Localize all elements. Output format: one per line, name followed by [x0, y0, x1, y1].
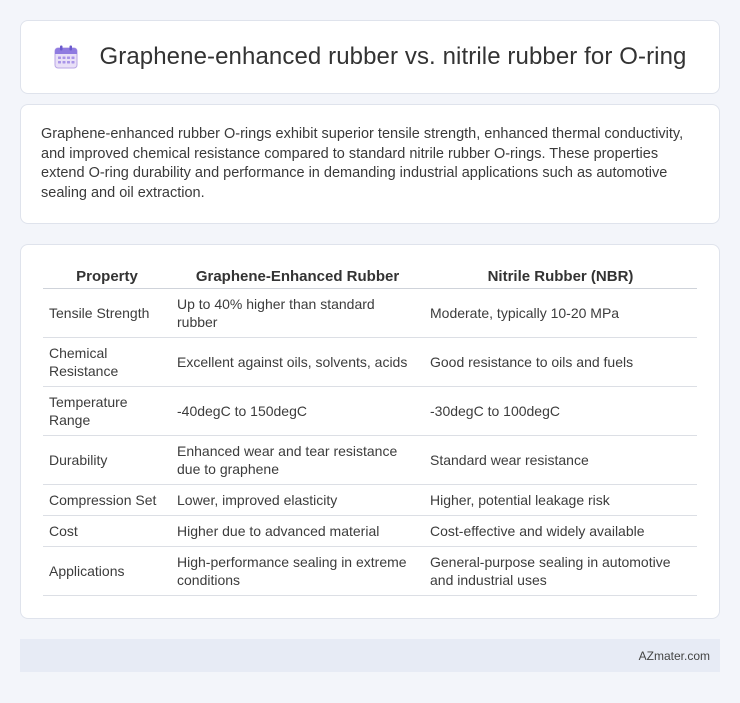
header-graphene: Graphene-Enhanced Rubber [171, 265, 424, 289]
table-row: Compression Set Lower, improved elastici… [43, 485, 697, 516]
title-wrap: Graphene-enhanced rubber vs. nitrile rub… [53, 43, 686, 71]
footer-brand: AZmater.com [638, 648, 710, 663]
cell-graphene: Lower, improved elasticity [171, 485, 424, 516]
cell-nitrile: General-purpose sealing in automotive an… [424, 547, 697, 596]
cell-property: Compression Set [43, 485, 171, 516]
header-nitrile: Nitrile Rubber (NBR) [424, 265, 697, 289]
cell-graphene: Enhanced wear and tear resistance due to… [171, 436, 424, 485]
table-row: Chemical Resistance Excellent against oi… [43, 338, 697, 387]
cell-property: Temperature Range [43, 387, 171, 436]
table-row: Temperature Range -40degC to 150degC -30… [43, 387, 697, 436]
table-row: Tensile Strength Up to 40% higher than s… [43, 289, 697, 338]
table-header-row: Property Graphene-Enhanced Rubber Nitril… [43, 265, 697, 289]
cell-graphene: Higher due to advanced material [171, 516, 424, 547]
cell-nitrile: Good resistance to oils and fuels [424, 338, 697, 387]
cell-property: Applications [43, 547, 171, 596]
cell-graphene: Excellent against oils, solvents, acids [171, 338, 424, 387]
cell-property: Cost [43, 516, 171, 547]
description-text: Graphene-enhanced rubber O-rings exhibit… [41, 126, 684, 201]
cell-property: Chemical Resistance [43, 338, 171, 387]
cell-nitrile: Higher, potential leakage risk [424, 485, 697, 516]
cell-property: Tensile Strength [43, 289, 171, 338]
cell-graphene: High-performance sealing in extreme cond… [171, 547, 424, 596]
cell-graphene: Up to 40% higher than standard rubber [171, 289, 424, 338]
cell-graphene: -40degC to 150degC [171, 387, 424, 436]
title-card: Graphene-enhanced rubber vs. nitrile rub… [20, 20, 720, 94]
calendar-icon [53, 44, 79, 70]
table-row: Durability Enhanced wear and tear resist… [43, 436, 697, 485]
table-row: Cost Higher due to advanced material Cos… [43, 516, 697, 547]
header-property: Property [43, 265, 171, 289]
cell-nitrile: Cost-effective and widely available [424, 516, 697, 547]
cell-nitrile: Standard wear resistance [424, 436, 697, 485]
cell-property: Durability [43, 436, 171, 485]
description-card: Graphene-enhanced rubber O-rings exhibit… [20, 104, 720, 224]
table-row: Applications High-performance sealing in… [43, 547, 697, 596]
table-card: Property Graphene-Enhanced Rubber Nitril… [20, 244, 720, 619]
footer: AZmater.com [20, 639, 720, 672]
cell-nitrile: -30degC to 100degC [424, 387, 697, 436]
cell-nitrile: Moderate, typically 10-20 MPa [424, 289, 697, 338]
comparison-table: Property Graphene-Enhanced Rubber Nitril… [43, 265, 697, 596]
page-title: Graphene-enhanced rubber vs. nitrile rub… [99, 43, 687, 70]
